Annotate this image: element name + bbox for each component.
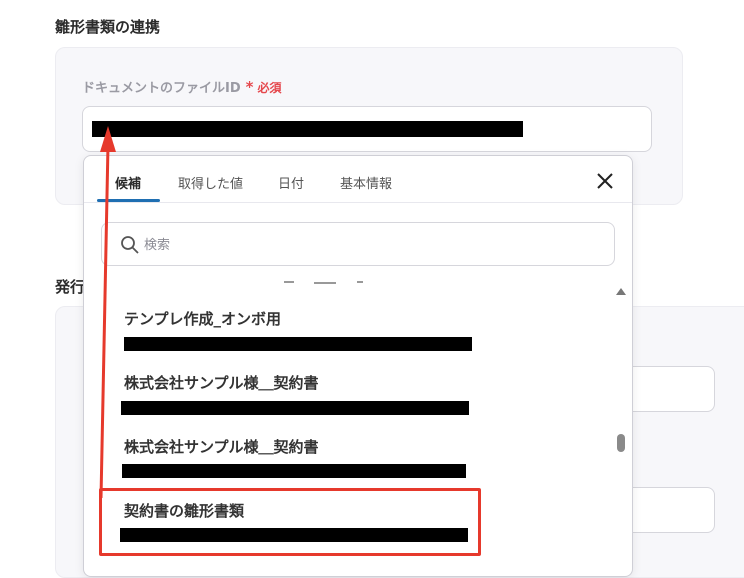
list-item-clipped (314, 282, 336, 284)
required-text: 必須 (257, 81, 282, 95)
list-item-title: 株式会社サンプル様＿契約書 (124, 438, 319, 456)
search-input[interactable] (142, 233, 606, 257)
tab-date[interactable]: 日付 (278, 173, 304, 192)
close-button[interactable] (594, 170, 616, 192)
file-id-label: ドキュメントのファイルID * 必須 (82, 77, 282, 96)
redacted-id (122, 464, 466, 478)
required-asterisk: * (245, 78, 254, 96)
redacted-id (124, 337, 472, 351)
list-item-clipped (284, 281, 294, 283)
list-item-title: テンプレ作成_オンボ用 (124, 310, 282, 328)
search-icon (121, 236, 139, 254)
redacted-id (120, 528, 468, 542)
section-title-2: 発行 (55, 278, 83, 296)
list-item-clipped (357, 281, 363, 283)
scroll-up-icon[interactable] (616, 288, 626, 295)
scrollbar-thumb[interactable] (617, 434, 625, 452)
file-id-label-text: ドキュメントのファイルID (82, 81, 241, 96)
value-picker-popup: 候補 取得した値 日付 基本情報 テンプレ作成_オンボ用 株式会社サンプル様＿契… (83, 155, 633, 577)
redacted-id (121, 401, 469, 415)
file-id-input[interactable] (82, 106, 652, 152)
section-title: 雛形書類の連携 (55, 18, 161, 36)
tab-candidates[interactable]: 候補 (115, 173, 141, 192)
redacted-value (92, 121, 523, 137)
candidate-list: テンプレ作成_オンボ用 株式会社サンプル様＿契約書 株式会社サンプル様＿契約書 … (84, 276, 632, 576)
tab-retrieved-values[interactable]: 取得した値 (178, 173, 243, 192)
close-icon (597, 173, 613, 189)
tab-basic-info[interactable]: 基本情報 (340, 173, 392, 192)
search-box (101, 222, 615, 266)
list-item-title: 契約書の雛形書類 (124, 502, 245, 520)
picker-tabs: 候補 取得した値 日付 基本情報 (84, 156, 632, 203)
list-item-title: 株式会社サンプル様＿契約書 (124, 374, 319, 392)
active-tab-indicator (97, 199, 160, 202)
